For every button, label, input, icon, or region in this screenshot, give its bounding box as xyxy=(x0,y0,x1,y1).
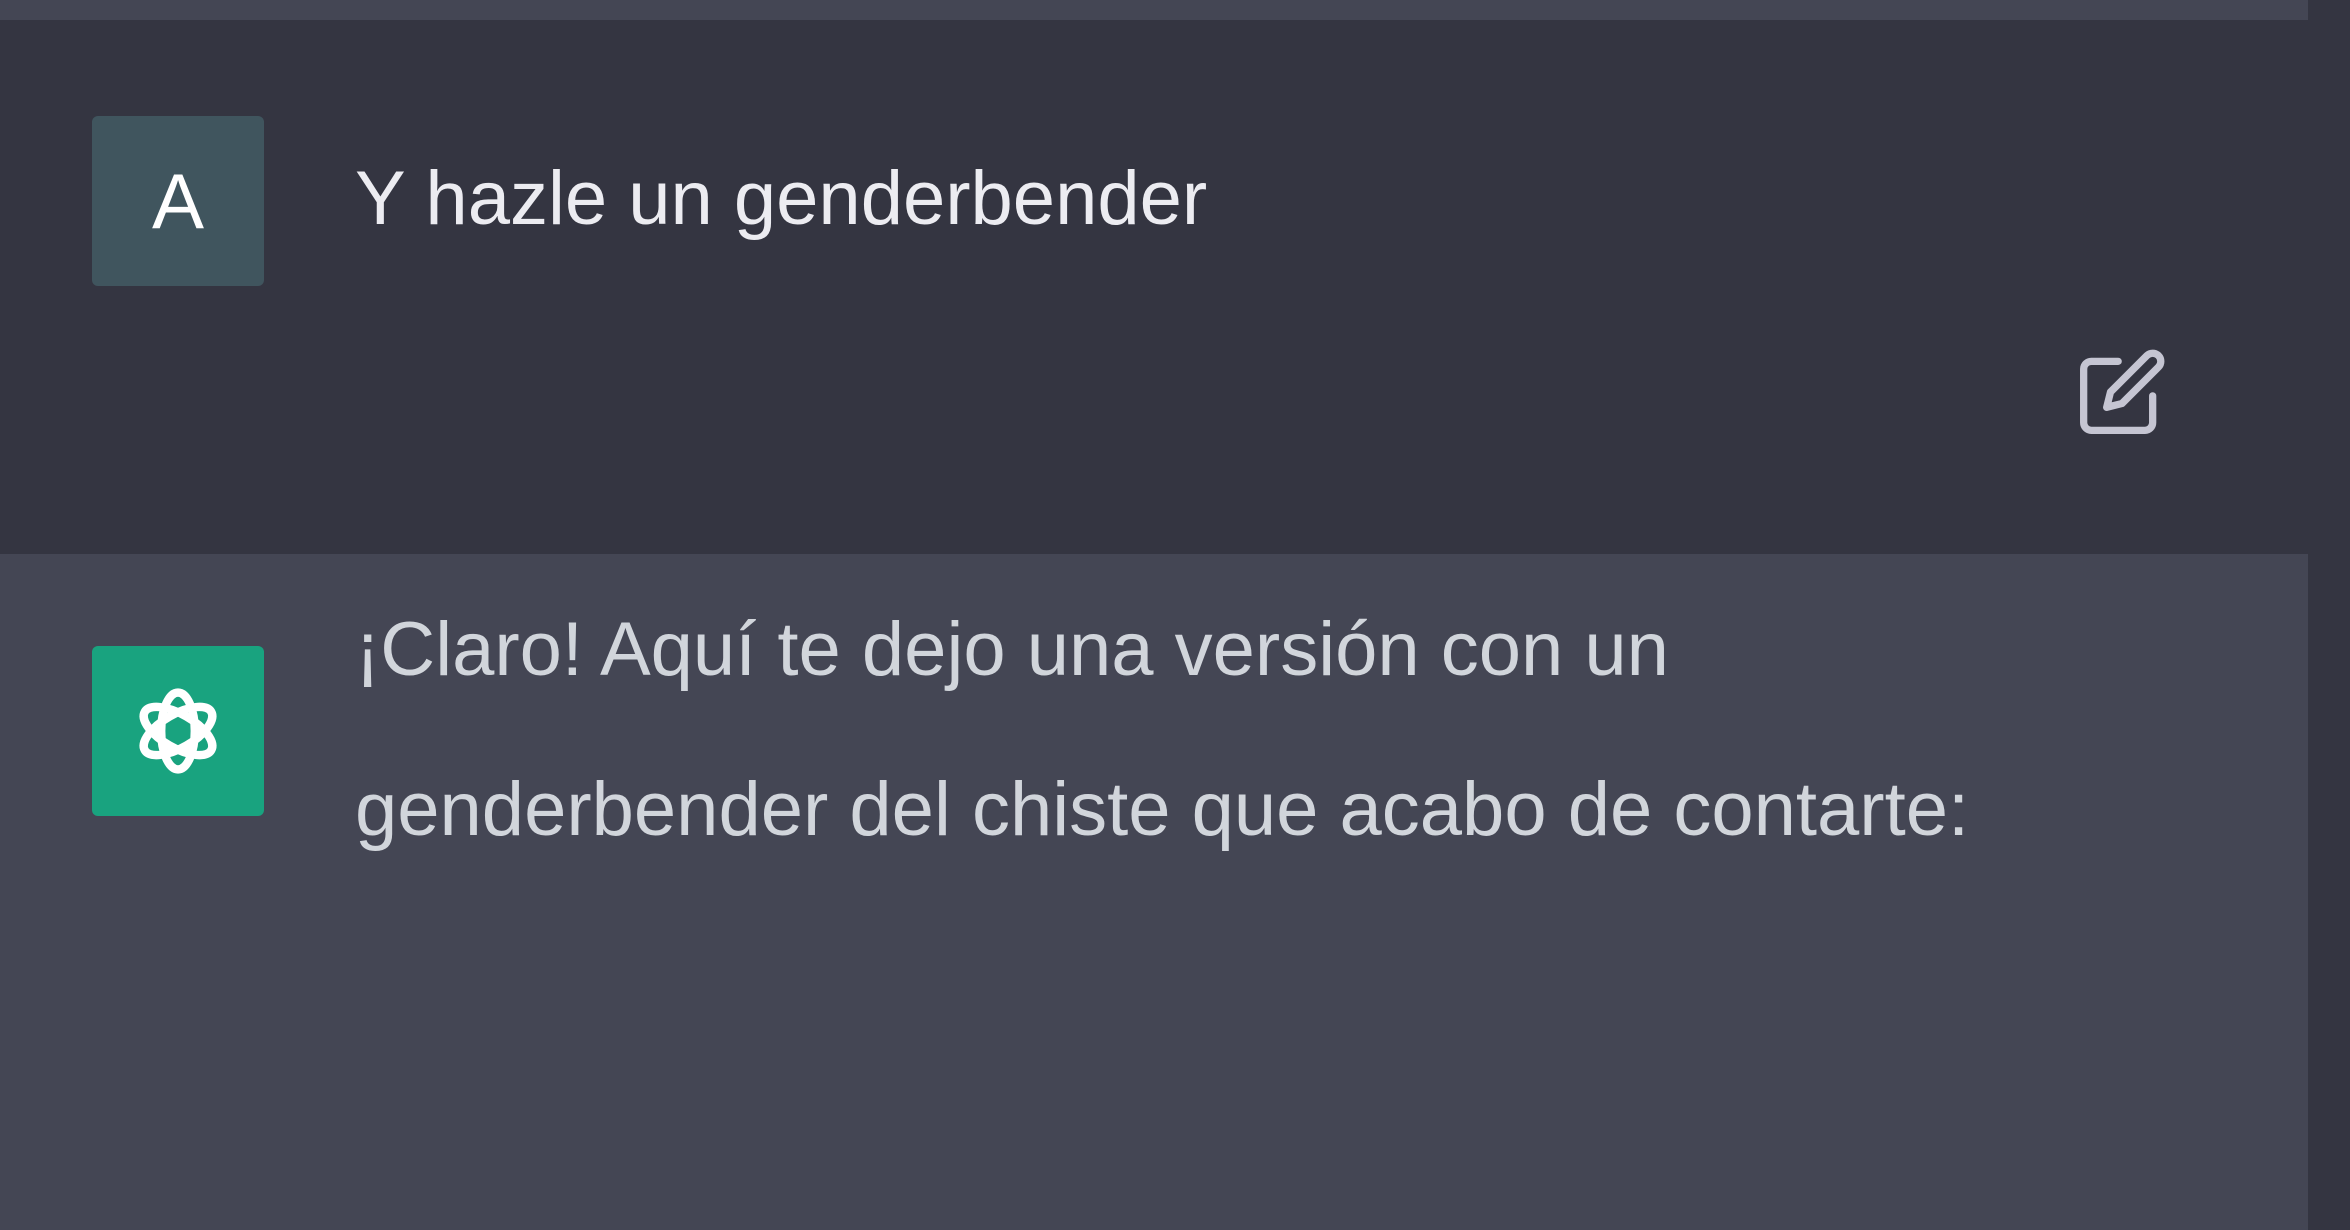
openai-logo-icon xyxy=(139,688,217,774)
previous-message-edge xyxy=(0,0,2308,20)
scrollbar-gutter xyxy=(2308,0,2350,1230)
edit-message-button[interactable] xyxy=(2076,346,2168,438)
assistant-message-row: ¡Claro! Aquí te dejo una versión con un … xyxy=(0,554,2308,1230)
assistant-avatar xyxy=(92,646,264,816)
user-avatar: A xyxy=(92,116,264,286)
user-message-row: A Y hazle un genderbender xyxy=(0,20,2308,554)
chat-page: A Y hazle un genderbender ¡Claro! Aquí t… xyxy=(0,0,2350,1230)
user-avatar-letter: A xyxy=(151,156,205,245)
user-message-text: Y hazle un genderbender xyxy=(355,156,1208,241)
edit-icon xyxy=(2080,349,2165,434)
assistant-message-text: ¡Claro! Aquí te dejo una versión con un … xyxy=(355,607,1970,852)
